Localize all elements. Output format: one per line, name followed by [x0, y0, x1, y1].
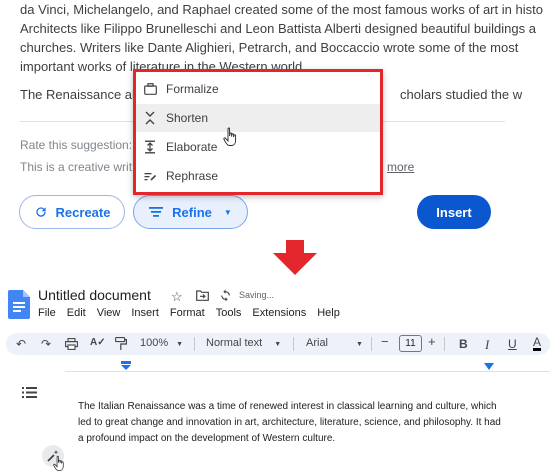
toolbar-divider: [293, 337, 294, 351]
elaborate-icon: [143, 140, 157, 154]
indent-marker-icon: [121, 361, 131, 370]
move-folder-icon[interactable]: [196, 290, 209, 301]
toolbar-divider: [371, 337, 372, 351]
toolbar-divider: [444, 337, 445, 351]
menu-bar: File Edit View Insert Format Tools Exten…: [38, 307, 351, 319]
menu-file[interactable]: File: [38, 307, 56, 319]
document-outline-icon[interactable]: [22, 387, 37, 398]
bold-icon[interactable]: B: [459, 337, 468, 351]
suggestion-line: The Renaissance also: [20, 87, 149, 102]
menu-item-formalize[interactable]: Formalize: [136, 75, 380, 103]
suggestion-paragraph-2-end: cholars studied the w: [400, 87, 523, 102]
rephrase-icon: [143, 170, 157, 182]
increase-font-size-icon[interactable]: +: [428, 334, 436, 349]
caret-down-icon: ▼: [274, 341, 282, 348]
hand-cursor-icon: [53, 455, 64, 471]
caret-down-icon: ▼: [356, 341, 363, 348]
caret-down-icon: ▼: [223, 207, 232, 217]
underline-icon[interactable]: U: [508, 337, 517, 351]
zoom-select[interactable]: 100% ▼: [140, 337, 183, 349]
font-size-field[interactable]: 11: [399, 335, 422, 352]
menu-item-shorten[interactable]: Shorten: [136, 104, 380, 132]
refresh-icon: [35, 207, 46, 217]
right-indent-marker-icon: [484, 363, 494, 370]
menu-format[interactable]: Format: [170, 307, 205, 319]
paragraph-style-select[interactable]: Normal text ▼: [206, 337, 281, 349]
spellcheck-icon[interactable]: A✓: [90, 337, 106, 348]
body-line: The Italian Renaissance was a time of re…: [78, 401, 497, 412]
menu-edit[interactable]: Edit: [67, 307, 86, 319]
body-line: a profound impact on the development of …: [78, 433, 336, 444]
italic-icon[interactable]: I: [485, 337, 489, 353]
sync-status-icon: [221, 289, 230, 302]
refine-lines-icon: [149, 207, 164, 217]
refine-button[interactable]: Refine ▼: [133, 195, 248, 229]
star-icon[interactable]: ☆: [171, 289, 183, 305]
menu-item-rephrase[interactable]: Rephrase: [136, 162, 380, 190]
redo-icon[interactable]: ↷: [41, 337, 51, 351]
text-color-icon[interactable]: A: [533, 336, 542, 351]
insert-button[interactable]: Insert: [417, 195, 491, 229]
menu-item-elaborate[interactable]: Elaborate: [136, 133, 380, 161]
saving-status: Saving...: [239, 290, 275, 300]
suggestion-line: Architects like Filippo Brunelleschi and…: [20, 21, 536, 36]
learn-more-link[interactable]: more: [387, 160, 414, 174]
recreate-button[interactable]: Recreate: [19, 195, 125, 229]
document-title[interactable]: Untitled document: [38, 287, 151, 303]
disclaimer-text: This is a creative writ: [20, 160, 133, 174]
toolbar-divider: [194, 337, 195, 351]
refine-menu: Formalize Shorten Elaborate Rephrase: [133, 69, 383, 195]
body-line: led to great change and innovation in ar…: [78, 417, 501, 428]
font-select[interactable]: Arial ▼: [306, 337, 363, 349]
suggestion-text: da Vinci, Michelangelo, and Raphael crea…: [20, 0, 543, 76]
suggestion-paragraph-2: The Renaissance also: [20, 85, 149, 104]
undo-icon[interactable]: ↶: [16, 337, 26, 351]
suggestion-line: churches. Writers like Dante Alighieri, …: [20, 40, 519, 55]
menu-tools[interactable]: Tools: [216, 307, 242, 319]
suggestion-line: da Vinci, Michelangelo, and Raphael crea…: [20, 2, 543, 17]
print-icon[interactable]: [65, 338, 78, 350]
document-body[interactable]: The Italian Renaissance was a time of re…: [78, 399, 548, 447]
hand-cursor-icon: [223, 127, 237, 146]
menu-view[interactable]: View: [97, 307, 121, 319]
menu-extensions[interactable]: Extensions: [252, 307, 306, 319]
down-arrow-icon: [273, 240, 317, 275]
ruler: [65, 360, 550, 372]
paint-format-icon[interactable]: [115, 337, 127, 351]
briefcase-icon: [143, 83, 157, 95]
menu-help[interactable]: Help: [317, 307, 340, 319]
decrease-font-size-icon[interactable]: −: [381, 334, 389, 349]
rate-label: Rate this suggestion:: [20, 138, 133, 152]
menu-insert[interactable]: Insert: [131, 307, 159, 319]
docs-logo-icon: [8, 290, 30, 319]
caret-down-icon: ▼: [176, 341, 184, 348]
shorten-icon: [143, 111, 157, 125]
